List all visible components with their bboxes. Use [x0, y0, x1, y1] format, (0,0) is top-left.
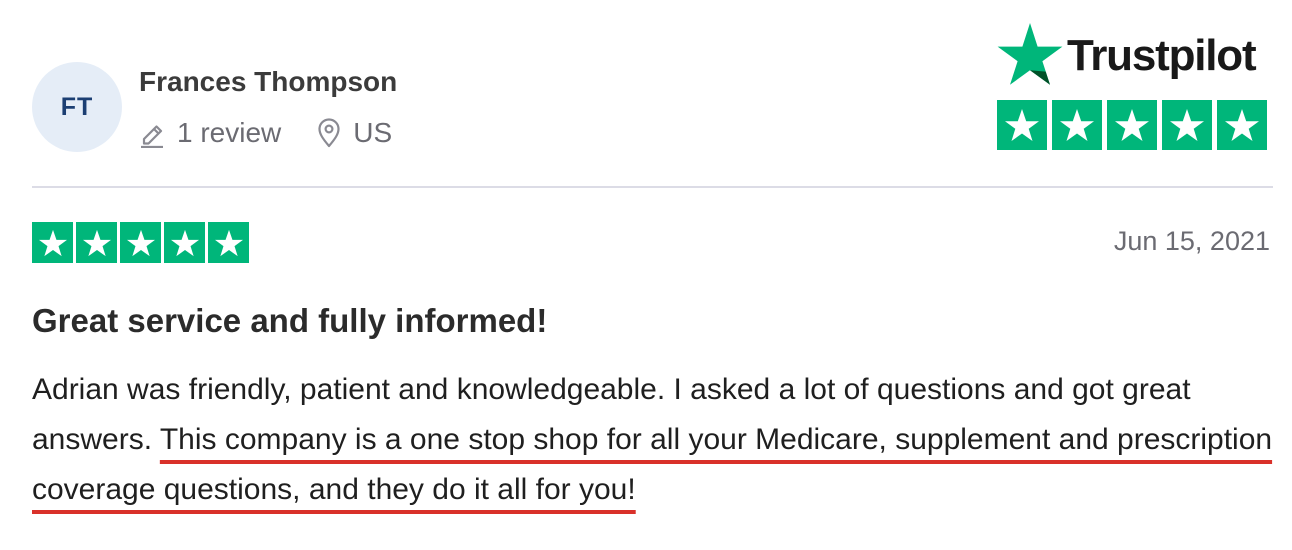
star-icon: [32, 222, 73, 263]
review-count: 1 review: [139, 117, 281, 149]
star-icon: [208, 222, 249, 263]
trustpilot-stars: [997, 100, 1267, 150]
review-count-label: 1 review: [177, 117, 282, 148]
pencil-icon: [139, 118, 165, 148]
location-pin-icon: [317, 118, 341, 148]
avatar[interactable]: FT: [32, 62, 122, 152]
star-icon: [76, 222, 117, 263]
reviewer-location: US: [317, 117, 392, 149]
trustpilot-brand[interactable]: Trustpilot: [997, 22, 1270, 152]
reviewer-name[interactable]: Frances Thompson: [139, 66, 397, 98]
star-icon: [1107, 100, 1157, 150]
trustpilot-wordmark: Trustpilot: [1067, 31, 1257, 80]
divider: [32, 186, 1273, 188]
star-icon: [997, 100, 1047, 150]
star-icon: [997, 22, 1063, 91]
star-icon: [1217, 100, 1267, 150]
review-body-highlight: This company is a one stop shop for all …: [32, 423, 1273, 506]
country-label: US: [353, 117, 393, 148]
review-rating-stars: [32, 222, 249, 263]
trustpilot-logo: Trustpilot: [997, 22, 1257, 91]
star-icon: [164, 222, 205, 263]
review-title[interactable]: Great service and fully informed!: [32, 302, 547, 340]
star-icon: [1162, 100, 1212, 150]
avatar-initials: FT: [60, 92, 94, 121]
star-icon: [120, 222, 161, 263]
star-icon: [1052, 100, 1102, 150]
review-body: Adrian was friendly, patient and knowled…: [32, 365, 1282, 515]
reviewer-meta: 1 review US: [139, 114, 392, 152]
review-date: Jun 15, 2021: [1113, 226, 1270, 256]
